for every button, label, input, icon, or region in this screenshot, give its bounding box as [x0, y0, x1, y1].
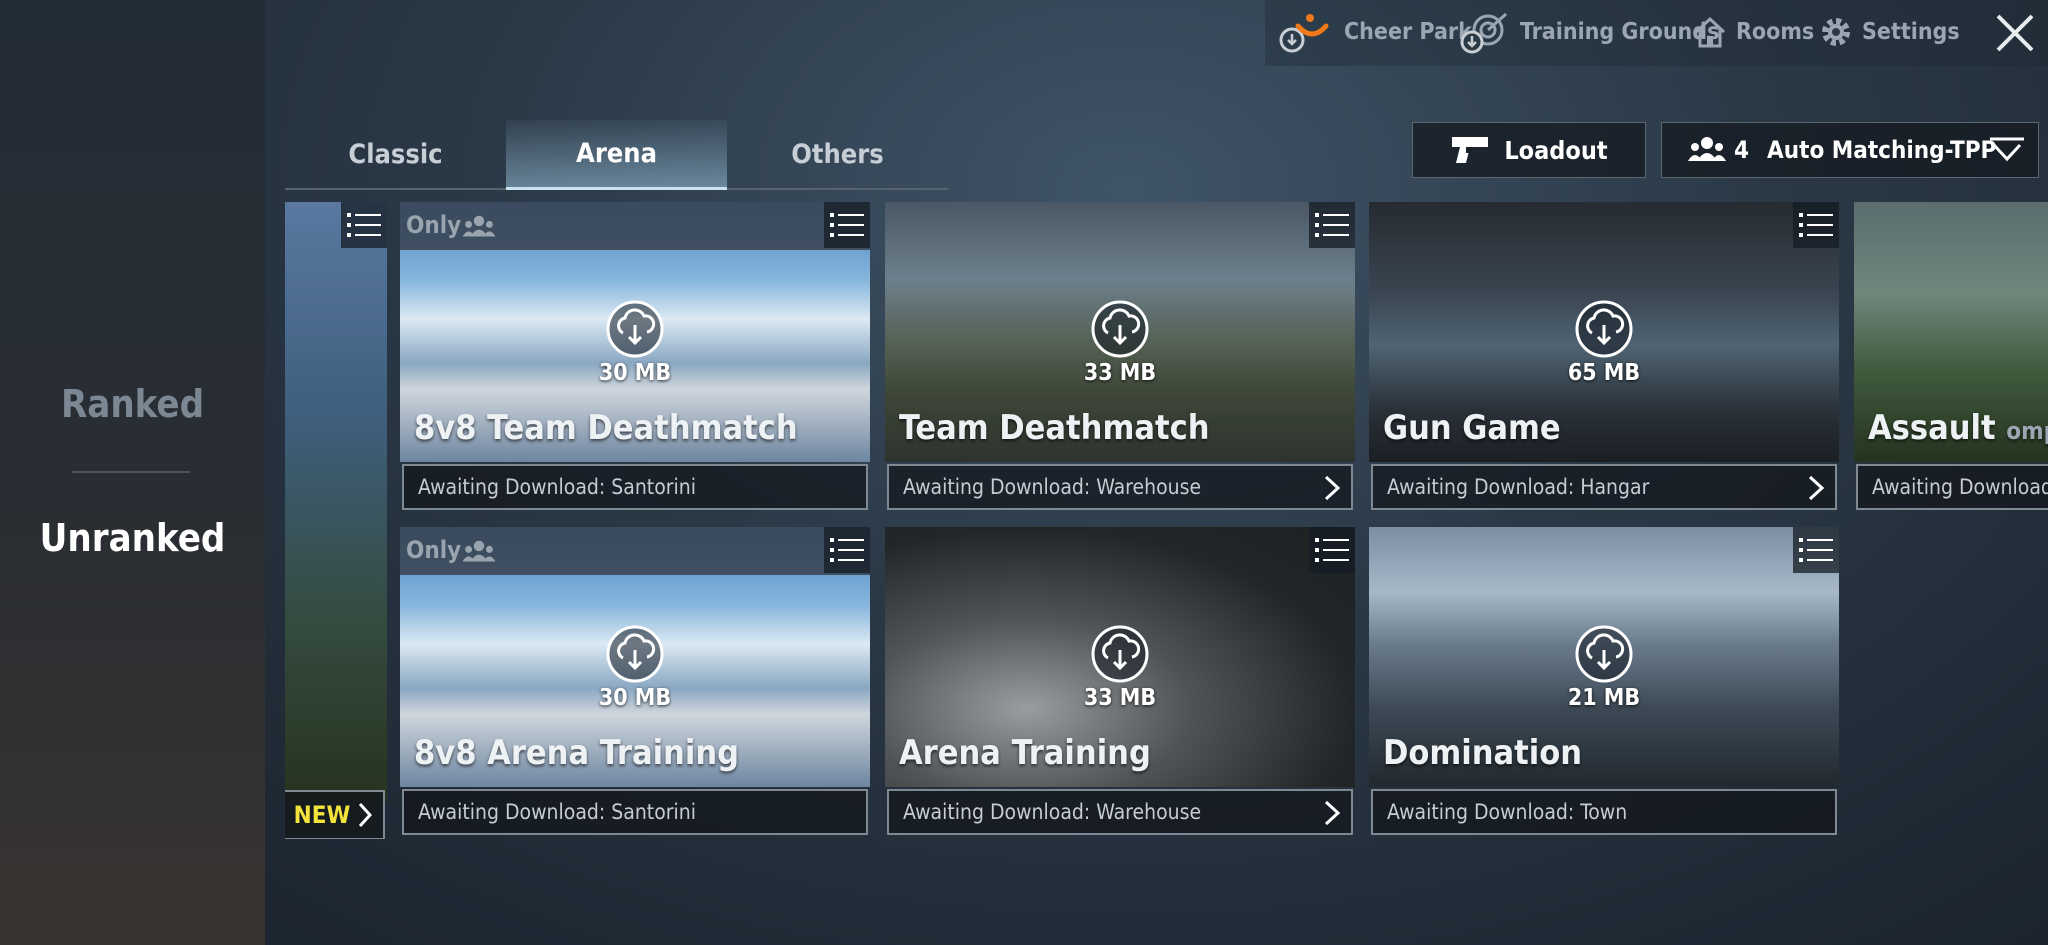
chevron-right-icon [1324, 800, 1341, 826]
list-icon [347, 213, 381, 237]
list-icon [1315, 538, 1349, 562]
card-menu-button[interactable] [341, 202, 387, 248]
mode-card-partial-left[interactable]: NEW [285, 202, 387, 839]
training-grounds-icon [1460, 12, 1507, 54]
mode-title: Team Deathmatch [899, 408, 1210, 448]
mode-title: Gun Game [1383, 408, 1561, 448]
cloud-download-icon[interactable] [1574, 299, 1634, 359]
mode-card-8v8-team-deathmatch[interactable]: Only 30 MB 8v8 Team Deathmatch Awaiting … [400, 202, 870, 519]
status-text: Awaiting Download: I [1872, 475, 2048, 499]
chevron-right-icon [1324, 475, 1341, 501]
training-grounds-label: Training Grounds [1520, 19, 1720, 45]
squad-icon [462, 540, 496, 562]
download-status: Awaiting Download: Santorini [402, 464, 868, 510]
mode-card-domination[interactable]: 21 MB Domination Awaiting Download: Town [1369, 527, 1839, 844]
cloud-download-icon[interactable] [605, 299, 665, 359]
only-label: Only [406, 536, 462, 564]
matching-dropdown[interactable]: 4 Auto Matching-TPP [1661, 122, 2039, 178]
status-text: Awaiting Download: Santorini [418, 800, 697, 824]
cheer-park-button[interactable]: Cheer Park [1276, 12, 1472, 53]
cloud-download-icon[interactable] [1090, 624, 1150, 684]
download-status: Awaiting Download: I [1856, 464, 2048, 510]
download-size: 33 MB [1083, 360, 1157, 386]
mode-sidebar: Ranked Unranked [0, 0, 265, 945]
mode-card-assault[interactable]: Assault omplex Awaiting Download: I [1854, 202, 2048, 519]
category-tabs: Classic Arena Others [285, 120, 948, 190]
card-menu-button[interactable] [1793, 202, 1839, 248]
home-icon [1694, 16, 1726, 48]
mode-card-image [285, 202, 387, 802]
mode-title-text: Assault [1868, 408, 1996, 448]
mode-card-gun-game[interactable]: 65 MB Gun Game Awaiting Download: Hangar [1369, 202, 1839, 519]
new-modes-button[interactable]: NEW [285, 790, 385, 839]
mode-card-arena-training[interactable]: 33 MB Arena Training Awaiting Download: … [885, 527, 1355, 844]
card-menu-button[interactable] [824, 527, 870, 573]
card-menu-button[interactable] [1793, 527, 1839, 573]
download-size: 33 MB [1083, 685, 1157, 711]
download-size: 30 MB [598, 360, 672, 386]
cheer-park-icon [1279, 14, 1329, 53]
download-size: 65 MB [1567, 360, 1641, 386]
download-status: Awaiting Download: Hangar [1371, 464, 1837, 510]
tab-others[interactable]: Others [727, 120, 948, 188]
mode-card-team-deathmatch[interactable]: 33 MB Team Deathmatch Awaiting Download:… [885, 202, 1355, 519]
mode-map-label: omplex [2006, 417, 2048, 445]
mode-title: Arena Training [899, 733, 1151, 773]
card-menu-button[interactable] [1309, 202, 1355, 248]
mode-title: Domination [1383, 733, 1583, 773]
loadout-label: Loadout [1504, 135, 1608, 165]
download-status: Awaiting Download: Santorini [402, 789, 868, 835]
squad-count: 4 [1734, 136, 1750, 164]
gun-icon [1452, 137, 1489, 163]
chevron-right-icon [1808, 475, 1825, 501]
cloud-download-icon[interactable] [605, 624, 665, 684]
list-icon [1315, 213, 1349, 237]
status-text: Awaiting Download: Warehouse [903, 800, 1202, 824]
training-grounds-button[interactable]: Training Grounds [1460, 12, 1720, 54]
download-status: Awaiting Download: Warehouse [887, 464, 1353, 510]
cloud-download-icon[interactable] [1090, 299, 1150, 359]
cloud-download-icon[interactable] [1574, 624, 1634, 684]
rooms-label: Rooms [1736, 19, 1815, 45]
mode-title: 8v8 Team Deathmatch [414, 408, 798, 448]
status-text: Awaiting Download: Town [1387, 800, 1628, 824]
download-status: Awaiting Download: Town [1371, 789, 1837, 835]
sidebar-divider [72, 471, 190, 473]
card-menu-button[interactable] [824, 202, 870, 248]
settings-button[interactable]: Settings [1818, 12, 1960, 52]
download-size: 30 MB [598, 685, 672, 711]
chevron-down-icon [1990, 137, 2024, 162]
status-text: Awaiting Download: Santorini [418, 475, 697, 499]
chevron-right-icon [359, 802, 373, 828]
download-status: Awaiting Download: Warehouse [887, 789, 1353, 835]
status-text: Awaiting Download: Warehouse [903, 475, 1202, 499]
settings-label: Settings [1862, 19, 1960, 45]
list-icon [830, 213, 864, 237]
squad-icon [1688, 137, 1726, 161]
list-icon [1799, 538, 1833, 562]
only-squad-banner: Only [400, 202, 870, 250]
list-icon [1799, 213, 1833, 237]
mode-title: Assault omplex [1868, 408, 2048, 448]
unranked-tab[interactable]: Unranked [0, 516, 265, 560]
gear-icon [1822, 18, 1850, 46]
tab-classic[interactable]: Classic [285, 120, 506, 188]
mode-card-8v8-arena-training[interactable]: Only 30 MB 8v8 Arena Training Awaiting D… [400, 527, 870, 844]
mode-title: 8v8 Arena Training [414, 733, 739, 773]
matching-label: Auto Matching-TPP [1767, 136, 1997, 164]
only-label: Only [406, 211, 462, 239]
new-badge: NEW [293, 801, 351, 829]
cheer-park-label: Cheer Park [1344, 19, 1472, 45]
close-icon[interactable] [1988, 6, 2042, 60]
card-menu-button[interactable] [1309, 527, 1355, 573]
download-size: 21 MB [1567, 685, 1641, 711]
status-text: Awaiting Download: Hangar [1387, 475, 1650, 499]
squad-icon [462, 215, 496, 237]
ranked-tab[interactable]: Ranked [0, 382, 265, 426]
rooms-button[interactable]: Rooms [1692, 12, 1814, 52]
loadout-button[interactable]: Loadout [1412, 122, 1646, 178]
list-icon [830, 538, 864, 562]
tab-arena[interactable]: Arena [506, 120, 727, 190]
only-squad-banner: Only [400, 527, 870, 575]
